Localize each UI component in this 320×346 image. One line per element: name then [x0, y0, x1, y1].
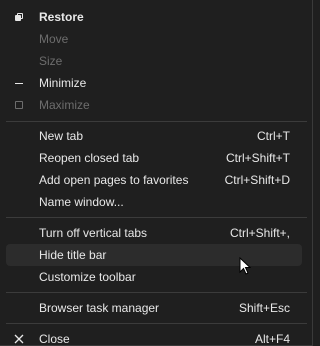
menu-item-name-window-label: Name window...	[39, 195, 124, 209]
menu-item-add-to-favorites-shortcut: Ctrl+Shift+D	[224, 173, 290, 187]
menu-item-move: Move	[6, 28, 302, 50]
menu-item-new-tab-shortcut: Ctrl+T	[257, 129, 290, 143]
menu-separator	[6, 217, 307, 218]
window-system-menu: Restore Move Size Minimize Maximize New …	[0, 0, 313, 346]
menu-item-new-tab[interactable]: New tab Ctrl+T	[6, 125, 302, 147]
menu-item-customize-toolbar-label: Customize toolbar	[39, 270, 136, 284]
menu-item-minimize[interactable]: Minimize	[6, 72, 302, 94]
menu-item-hide-title-bar[interactable]: Hide title bar	[6, 244, 302, 266]
menu-item-maximize: Maximize	[6, 94, 302, 116]
menu-item-new-tab-label: New tab	[39, 129, 84, 143]
menu-item-minimize-label: Minimize	[39, 76, 87, 90]
menu-item-restore[interactable]: Restore	[6, 6, 302, 28]
menu-item-add-to-favorites[interactable]: Add open pages to favorites Ctrl+Shift+D	[6, 169, 302, 191]
menu-item-reopen-closed-tab[interactable]: Reopen closed tab Ctrl+Shift+T	[6, 147, 302, 169]
menu-item-maximize-label: Maximize	[39, 98, 90, 112]
menu-item-task-manager-shortcut: Shift+Esc	[238, 301, 290, 315]
menu-item-reopen-closed-tab-shortcut: Ctrl+Shift+T	[225, 151, 290, 165]
menu-item-task-manager-label: Browser task manager	[39, 301, 160, 315]
menu-separator	[6, 323, 307, 324]
menu-item-hide-title-bar-label: Hide title bar	[39, 248, 107, 262]
menu-item-close-shortcut: Alt+F4	[254, 332, 290, 346]
menu-separator	[6, 121, 307, 122]
menu-item-customize-toolbar[interactable]: Customize toolbar	[6, 266, 302, 288]
mouse-cursor-icon	[239, 257, 251, 275]
menu-item-vertical-tabs-shortcut: Ctrl+Shift+,	[229, 226, 290, 240]
close-icon	[11, 328, 27, 346]
menu-item-task-manager[interactable]: Browser task manager Shift+Esc	[6, 297, 302, 319]
menu-item-move-label: Move	[39, 32, 69, 46]
menu-separator	[6, 292, 307, 293]
maximize-icon	[11, 94, 27, 116]
menu-item-close-label: Close	[39, 332, 70, 346]
minimize-icon	[11, 72, 27, 94]
menu-item-add-to-favorites-label: Add open pages to favorites	[39, 173, 189, 187]
menu-item-size-label: Size	[39, 54, 63, 68]
menu-item-vertical-tabs-label: Turn off vertical tabs	[39, 226, 148, 240]
menu-item-name-window[interactable]: Name window...	[6, 191, 302, 213]
menu-item-restore-label: Restore	[39, 10, 84, 24]
menu-item-reopen-closed-tab-label: Reopen closed tab	[39, 151, 140, 165]
menu-item-size: Size	[6, 50, 302, 72]
menu-item-close[interactable]: Close Alt+F4	[6, 328, 302, 346]
menu-item-vertical-tabs[interactable]: Turn off vertical tabs Ctrl+Shift+,	[6, 222, 302, 244]
restore-icon	[11, 6, 27, 28]
